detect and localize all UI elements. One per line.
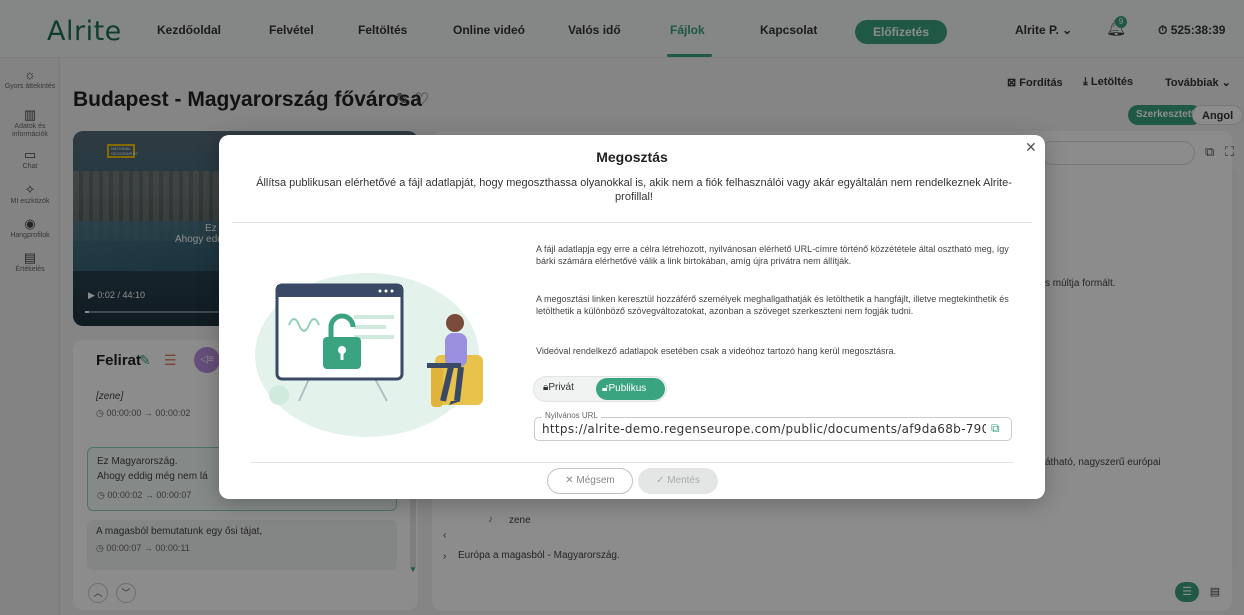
- dialog-title: Megosztás: [596, 149, 668, 165]
- cancel-label: Mégsem: [576, 475, 615, 486]
- public-label: Publikus: [608, 383, 647, 394]
- cancel-button[interactable]: ✕ Mégsem: [547, 468, 633, 494]
- check-icon: ✓: [656, 475, 668, 486]
- close-icon: ✕: [565, 475, 577, 486]
- public-option[interactable]: 🔓︎Publikus: [596, 378, 665, 400]
- public-url-label: Nyilvános URL: [542, 411, 601, 420]
- divider: [232, 222, 1032, 223]
- dialog-paragraph: A fájl adatlapja egy erre a célra létreh…: [536, 244, 1009, 266]
- private-option[interactable]: 🔒︎Privát: [543, 382, 574, 393]
- private-label: Privát: [548, 382, 574, 393]
- dialog-paragraph: Videóval rendelkező adatlapok esetében c…: [536, 346, 897, 356]
- close-icon[interactable]: ✕: [1025, 139, 1037, 156]
- dialog-paragraph: A megosztási linken keresztül hozzáférő …: [536, 294, 1009, 316]
- save-label: Mentés: [667, 475, 700, 486]
- copy-url-icon[interactable]: ⧉: [991, 421, 1000, 436]
- dialog-subtitle: Állítsa publikusan elérhetővé a fájl ada…: [256, 177, 1012, 203]
- divider: [250, 462, 1014, 463]
- share-dialog: Megosztás ✕ Állítsa publikusan elérhetőv…: [219, 135, 1045, 499]
- public-url-value[interactable]: https://alrite-demo.regenseurope.com/pub…: [542, 422, 986, 436]
- share-illustration: [255, 273, 483, 437]
- save-button[interactable]: ✓ Mentés: [638, 468, 718, 494]
